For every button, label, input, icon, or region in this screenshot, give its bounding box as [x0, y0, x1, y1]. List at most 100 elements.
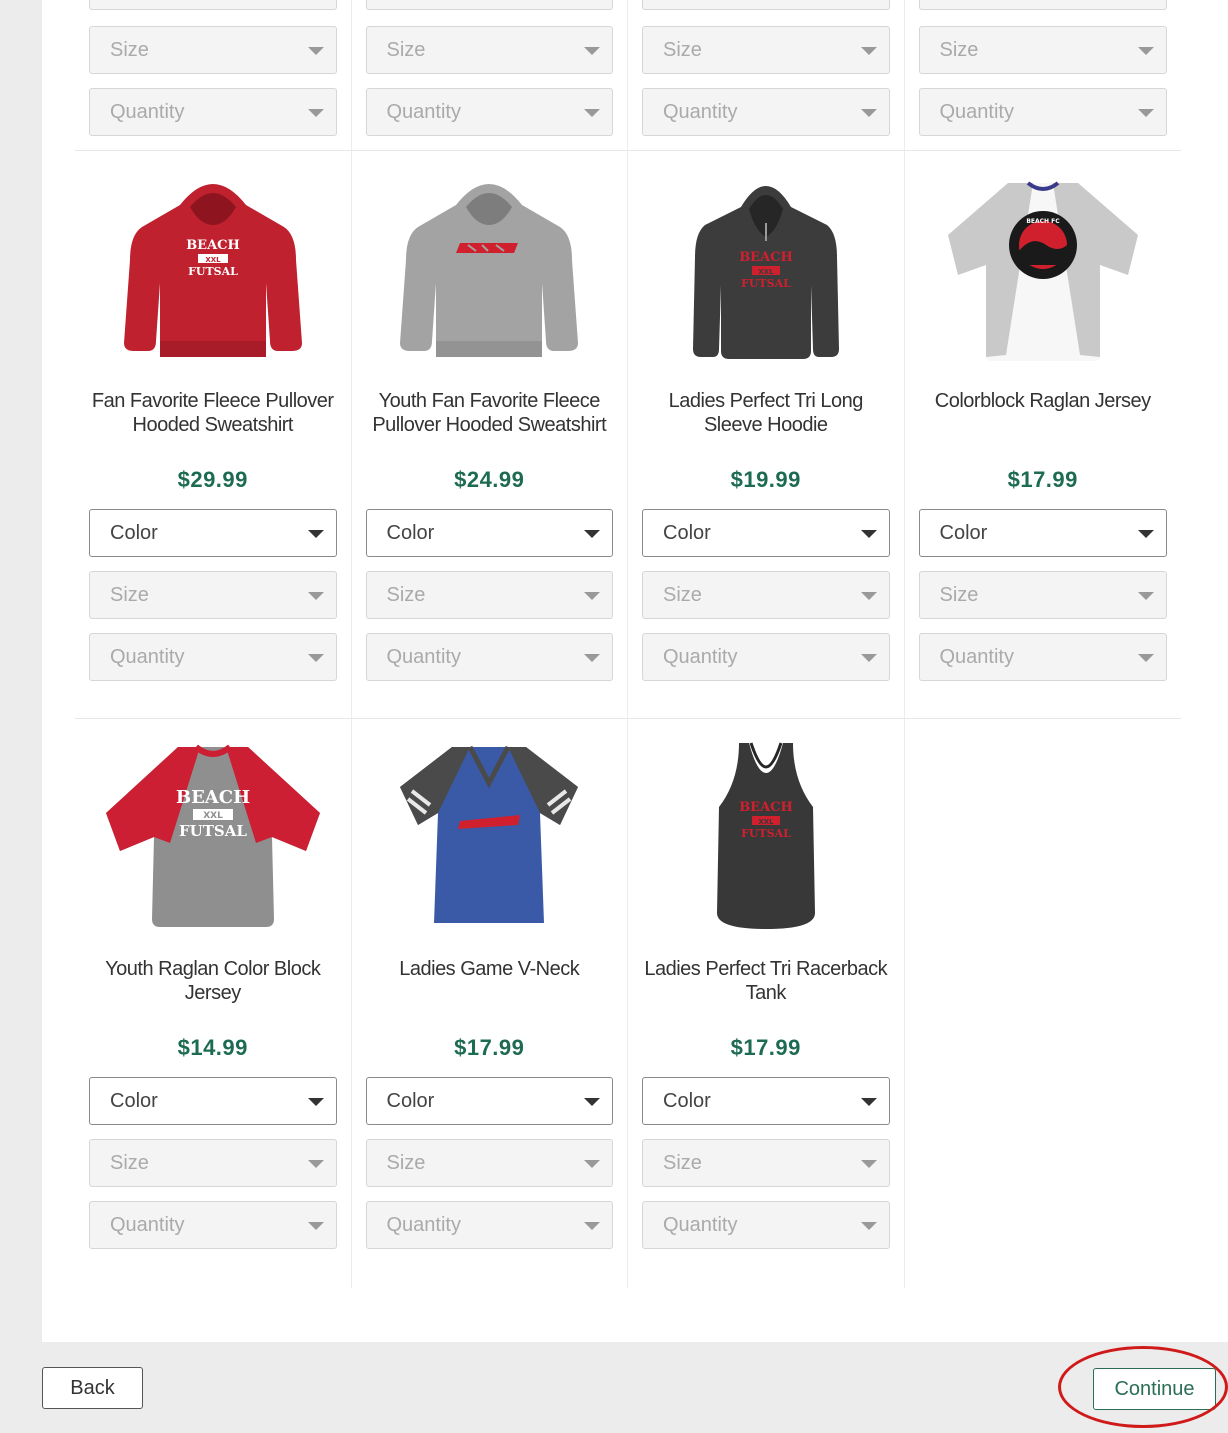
size-select-label: Size: [663, 1152, 702, 1174]
product-card-partial: Size Quantity: [628, 0, 905, 150]
color-select-label: Color: [386, 1090, 435, 1112]
quantity-select[interactable]: Quantity: [365, 633, 613, 681]
product-name[interactable]: Colorblock Raglan Jersey: [905, 379, 1182, 465]
quantity-select[interactable]: Quantity: [89, 1201, 337, 1249]
quantity-select[interactable]: Quantity: [89, 88, 337, 136]
quantity-select[interactable]: Quantity: [642, 633, 890, 681]
size-select[interactable]: Size: [365, 571, 613, 619]
product-image[interactable]: BEACH XXL FUTSAL: [75, 719, 351, 947]
print-text: FUTSAL: [188, 265, 238, 278]
tank-top-image: BEACH XXL FUTSAL: [716, 742, 815, 929]
color-select[interactable]: Color: [365, 1077, 613, 1125]
chevron-down-icon: [860, 530, 877, 538]
size-select[interactable]: Size: [89, 571, 337, 619]
chevron-down-icon: [584, 530, 600, 538]
quantity-select-label: Quantity: [939, 101, 1014, 123]
empty-cell: [905, 719, 1182, 1288]
quantity-select[interactable]: Quantity: [918, 633, 1167, 681]
product-price: $17.99: [454, 1035, 525, 1060]
product-card-partial: Size Quantity: [75, 0, 352, 150]
chevron-down-icon: [1138, 47, 1154, 55]
size-select[interactable]: Size: [89, 1139, 337, 1187]
grey-hoodie-image: [400, 184, 579, 357]
size-select[interactable]: Size: [89, 26, 337, 74]
size-select-label: Size: [386, 584, 426, 606]
product-price: $14.99: [177, 1035, 248, 1060]
continue-button[interactable]: Continue: [1093, 1368, 1216, 1410]
quantity-select[interactable]: Quantity: [365, 88, 613, 136]
product-name[interactable]: Youth Raglan Color Block Jersey: [75, 947, 351, 1033]
quantity-select-label: Quantity: [110, 101, 185, 123]
quantity-select[interactable]: Quantity: [642, 1201, 890, 1249]
chevron-down-icon: [584, 1160, 600, 1168]
quantity-select-label: Quantity: [386, 1214, 461, 1236]
quantity-select-label: Quantity: [663, 101, 738, 123]
size-select-label: Size: [110, 39, 149, 61]
product-image[interactable]: BEACH XXL FUTSAL: [628, 719, 904, 947]
size-select[interactable]: Size: [642, 26, 890, 74]
chevron-down-icon: [307, 47, 324, 55]
product-image[interactable]: BEACH FC: [905, 151, 1182, 379]
product-card: Youth Fan Favorite Fleece Pullover Hoode…: [352, 151, 628, 718]
product-image[interactable]: BEACH XXL FUTSAL: [628, 151, 904, 379]
color-select-partial[interactable]: [89, 0, 337, 10]
product-row-partial: Size Quantity Size Quantity Size Quantit…: [75, 0, 1181, 150]
chevron-down-icon: [307, 1160, 324, 1168]
color-select-partial[interactable]: [642, 0, 890, 10]
product-name[interactable]: Ladies Game V-Neck: [352, 947, 628, 1033]
product-price: $19.99: [730, 467, 801, 492]
product-image[interactable]: BEACH XXL FUTSAL: [75, 151, 351, 379]
size-select[interactable]: Size: [918, 571, 1167, 619]
color-select[interactable]: Color: [89, 1077, 337, 1125]
size-select[interactable]: Size: [918, 26, 1167, 74]
product-image[interactable]: [352, 151, 628, 379]
chevron-down-icon: [860, 47, 877, 55]
size-select[interactable]: Size: [365, 1139, 613, 1187]
product-card-partial: Size Quantity: [905, 0, 1182, 150]
product-name[interactable]: Youth Fan Favorite Fleece Pullover Hoode…: [352, 379, 628, 465]
chevron-down-icon: [584, 1222, 600, 1230]
size-select[interactable]: Size: [642, 571, 890, 619]
color-select-label: Color: [110, 1090, 158, 1112]
quantity-select[interactable]: Quantity: [365, 1201, 613, 1249]
back-button[interactable]: Back: [42, 1367, 143, 1409]
quantity-select[interactable]: Quantity: [89, 633, 337, 681]
black-hoodie-image: BEACH XXL FUTSAL: [692, 186, 839, 359]
product-image[interactable]: [352, 719, 628, 947]
color-select-label: Color: [110, 522, 158, 544]
color-select-label: Color: [663, 522, 711, 544]
quantity-select[interactable]: Quantity: [918, 88, 1167, 136]
quantity-select-label: Quantity: [663, 646, 738, 668]
color-select[interactable]: Color: [89, 509, 337, 557]
product-price: $17.99: [1007, 467, 1078, 492]
product-row: BEACH XXL FUTSAL Youth Raglan Color Bloc…: [75, 718, 1181, 1288]
print-text: XXL: [758, 268, 774, 276]
youth-raglan-image: BEACH XXL FUTSAL: [105, 744, 320, 927]
chevron-down-icon: [860, 109, 877, 117]
color-select[interactable]: Color: [918, 509, 1167, 557]
color-select-partial[interactable]: [365, 0, 613, 10]
size-select-label: Size: [386, 39, 426, 61]
size-select[interactable]: Size: [365, 26, 613, 74]
product-name[interactable]: Ladies Perfect Tri Racerback Tank: [628, 947, 904, 1033]
size-select[interactable]: Size: [642, 1139, 890, 1187]
chevron-down-icon: [1138, 109, 1154, 117]
chevron-down-icon: [307, 109, 324, 117]
raglan-jersey-image: BEACH FC: [947, 181, 1138, 361]
quantity-select-label: Quantity: [663, 1214, 738, 1236]
print-text: FUTSAL: [741, 827, 791, 840]
color-select-partial[interactable]: [918, 0, 1167, 10]
color-select[interactable]: Color: [365, 509, 613, 557]
product-name[interactable]: Ladies Perfect Tri Long Sleeve Hoodie: [628, 379, 904, 465]
color-select[interactable]: Color: [642, 1077, 890, 1125]
color-select-label: Color: [386, 522, 435, 544]
color-select[interactable]: Color: [642, 509, 890, 557]
product-name[interactable]: Fan Favorite Fleece Pullover Hooded Swea…: [75, 379, 351, 465]
size-select-label: Size: [939, 584, 979, 606]
quantity-select[interactable]: Quantity: [642, 88, 890, 136]
product-grid: Size Quantity Size Quantity Size Quantit…: [75, 0, 1181, 1288]
product-card: Ladies Game V-Neck $17.99 Color Size Qua…: [352, 719, 628, 1288]
color-select-label: Color: [663, 1090, 711, 1112]
chevron-down-icon: [584, 592, 600, 600]
product-card-partial: Size Quantity: [352, 0, 628, 150]
